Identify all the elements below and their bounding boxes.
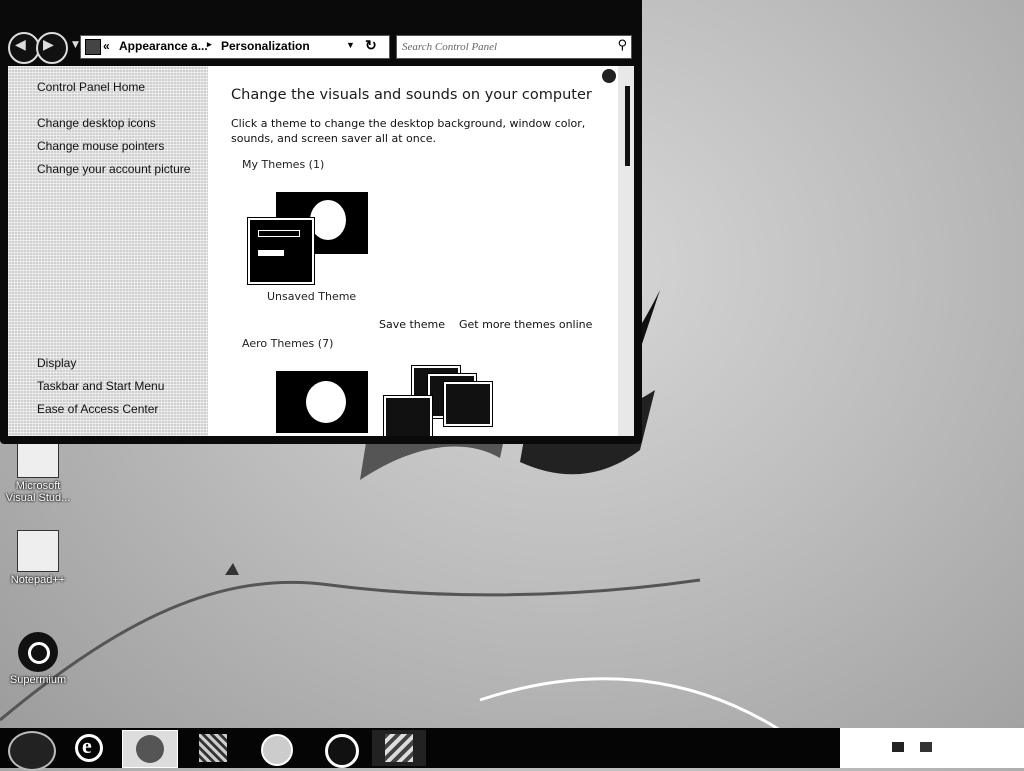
refresh-icon[interactable]: ↻ [365,37,377,54]
desktop-icon-label: Notepad++ [10,574,66,586]
search-icon[interactable]: ⚲ [617,38,627,53]
change-desktop-icons-link[interactable]: Change desktop icons [37,116,156,130]
navigation-buttons: ◀ ▶ ▼ [8,32,79,64]
ease-of-access-link[interactable]: Ease of Access Center [37,402,158,416]
my-themes-header[interactable]: My Themes (1) [242,158,324,171]
desktop-icon-visual-studio[interactable]: Microsoft Visual Stud... [2,436,74,504]
control-panel-home-link[interactable]: Control Panel Home [37,80,145,94]
taskbar-internet-explorer[interactable] [62,730,116,766]
change-mouse-pointers-link[interactable]: Change mouse pointers [37,139,164,153]
search-box[interactable]: ⚲ [396,35,632,59]
aero-theme-thumbnail[interactable] [248,371,373,436]
save-theme-link[interactable]: Save theme [379,318,445,331]
theme-slide-preview [383,395,433,436]
forward-arrow-icon: ▶ [43,37,54,53]
unsaved-theme-thumbnail[interactable] [247,192,373,285]
aero-theme-thumbnail[interactable] [383,365,509,436]
breadcrumb-appearance[interactable]: Appearance a... [119,39,208,53]
desktop-icon-label: Supermium [9,674,67,686]
get-more-themes-link[interactable]: Get more themes online [459,318,592,331]
supermium-icon [18,632,58,672]
taskbar-start-menu-link[interactable]: Taskbar and Start Menu [37,379,164,393]
taskbar-app[interactable] [186,730,240,766]
aero-themes-header[interactable]: Aero Themes (7) [242,337,333,350]
taskbar-app[interactable] [372,730,426,766]
app-icon [199,734,227,762]
change-account-picture-link[interactable]: Change your account picture [37,162,190,176]
address-dropdown-icon[interactable]: ▼ [346,40,355,50]
unsaved-theme-label[interactable]: Unsaved Theme [267,290,356,303]
network-icon[interactable] [920,742,932,752]
breadcrumb-overflow[interactable]: « [103,39,110,53]
theme-background-preview [276,371,368,433]
taskbar-personalization[interactable] [122,730,178,768]
page-title: Change the visuals and sounds on your co… [231,87,592,103]
vertical-scrollbar[interactable] [618,66,634,436]
taskbar-app[interactable] [248,730,302,766]
back-arrow-icon: ◀ [15,37,26,53]
control-panel-icon [85,39,101,55]
notepad-plus-plus-icon [17,530,59,572]
app-icon [261,734,293,766]
app-icon [385,734,413,762]
search-input[interactable] [400,38,604,56]
address-bar[interactable]: « Appearance a... ▸ Personalization ▼ ↻ [80,35,390,59]
theme-window-preview [247,217,315,285]
internet-explorer-icon [75,733,103,762]
left-navigation-pane: Control Panel Home Change desktop icons … [8,66,208,436]
action-center-flag-icon[interactable] [892,742,904,752]
scrollbar-thumb[interactable] [625,86,630,166]
taskbar-supermium[interactable] [312,730,366,768]
start-orb-icon[interactable] [8,731,56,771]
personalization-window: ◀ ▶ ▼ « Appearance a... ▸ Personalizatio… [0,0,642,444]
breadcrumb-personalization[interactable]: Personalization [221,39,310,53]
desktop-icon-supermium[interactable]: Supermium [2,632,74,686]
recent-pages-dropdown[interactable]: ▼ [72,40,79,50]
help-icon[interactable] [601,68,617,84]
desktop-icon-notepad-plus-plus[interactable]: Notepad++ [2,530,74,586]
content-pane: Change the visuals and sounds on your co… [208,66,618,436]
theme-slide-preview [443,381,493,427]
breadcrumb-separator-icon[interactable]: ▸ [207,39,212,50]
personalization-icon [136,735,164,763]
display-link[interactable]: Display [37,356,76,370]
forward-button[interactable]: ▶ [36,32,68,64]
supermium-icon [325,734,359,768]
desktop-icon-label: Microsoft Visual Stud... [5,480,71,504]
page-description: Click a theme to change the desktop back… [231,117,586,145]
notification-area [840,728,1024,768]
